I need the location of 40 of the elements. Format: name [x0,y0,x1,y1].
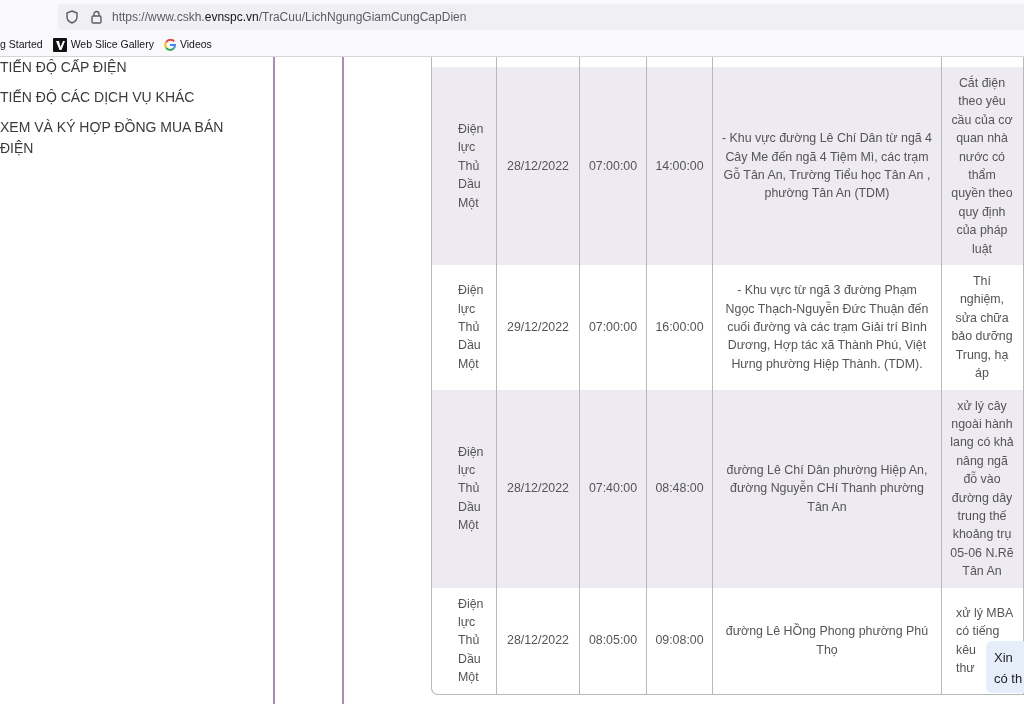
cell-text-line: xử lý MBA [956,604,1014,622]
table-cell: đường Lê HỒng Phong phường Phú Thọ [713,587,942,694]
table-cell: xử lý cây ngoài hành lang có khả nâng ngã đỗ vào đường dây trung thế khoảng trụ 05-06 N.Rẽ Tân An [942,389,1024,588]
table-cell: đường Lê Chí Dân phường Hiệp An, đường Nguyễn CHí Thanh phường Tân An [713,389,942,588]
table-cell: 07:00:00 [580,265,647,390]
table-cell: 08:48:00 [647,389,713,588]
table-cell: 14:00:00 [647,67,713,266]
letter-tile-icon [52,37,67,52]
table-cell: - Khu vực đường Lê Chí Dân từ ngã 4 Cây Me đến ngã 4 Tiệm Mì, các trạm Gỗ Tân An, Trường Tiểu học Tân An , phường Tân An (TDM) [713,67,942,266]
table-cell: Điện lực Thủ Dầu Một [432,389,497,588]
address-url: https://www.cskh.evnspc.vn/TraCuu/LichNgungGiamCungCapDien [112,8,467,26]
g-logo-icon [163,38,176,51]
table-cell: Điện lực Thủ Dầu Một [432,265,497,390]
sidebar-menu-item[interactable]: TIẾN ĐỘ CẤP ĐIỆN [0,57,234,78]
table-cell: 09:08:00 [647,587,713,694]
bookmark-link[interactable]: Videos [163,36,212,53]
cell-text-line: kêu [956,641,976,659]
table-cell: 28/12/2022 [497,587,580,694]
table-cell: Điện lực Thủ Dầu Một [432,587,497,694]
sidebar-menu-item[interactable]: XEM VÀ KÝ HỢP ĐỒNG MUA BÁN ĐIỆN [0,117,234,159]
table-cell: - Khu vực từ ngã 3 đường Phạm Ngọc Thạch-Nguyễn Đức Thuận đến cuối đường và các trạm Giải trí Bình Dương, Hợp tác xã Thành Phú, Việt Hưng phường Hiệp Thành. (TDM). [713,265,942,390]
table-cell: 28/12/2022 [497,67,580,266]
table-cell: 29/12/2022 [497,265,580,390]
lock-icon[interactable] [91,9,102,24]
table-cell: 28/12/2022 [497,389,580,588]
table-cell: 16:00:00 [647,265,713,390]
bookmark-link[interactable]: Web Slice Gallery [52,36,154,53]
table-cell: 07:00:00 [580,67,647,266]
bookmark-link[interactable]: g Started [0,36,43,53]
chat-message-bubble[interactable]: Xin có th [986,641,1024,693]
table-cell: Điện lực Thủ Dầu Một [432,67,497,266]
shield-icon[interactable] [66,9,78,24]
sidebar-menu-item[interactable]: TIẾN ĐỘ CÁC DỊCH VỤ KHÁC [0,87,234,108]
table-cell: 07:40:00 [580,389,647,588]
cell-text-line: thư [956,660,975,677]
table-cell: Cắt điện theo yêu cầu của cơ quan nhà nước có thẩm quyền theo quy định của pháp luật [942,67,1024,266]
cell-text-line: có tiếng [956,623,1000,641]
table-cell: Thí nghiệm, sửa chữa bảo dưỡng Trung, hạ áp [942,265,1024,390]
table-cell: 08:05:00 [580,587,647,694]
address-bar[interactable]: https://www.cskh.evnspc.vn/TraCuu/LichNgungGiamCungCapDien [58,3,1024,30]
